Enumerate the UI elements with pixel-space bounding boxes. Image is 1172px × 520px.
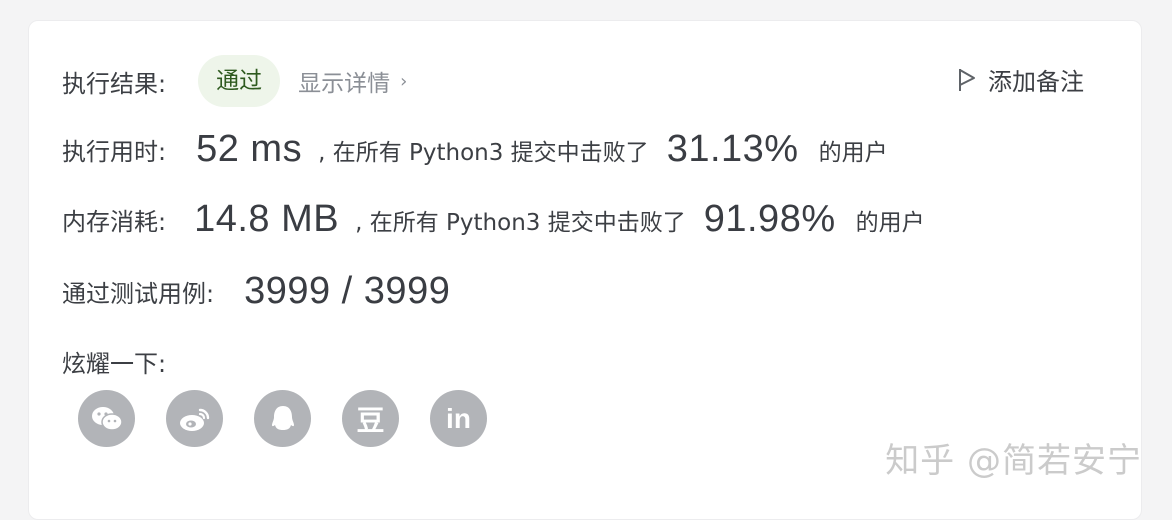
show-details-label: 显示详情 <box>298 64 390 98</box>
linkedin-icon[interactable]: in <box>430 390 487 447</box>
douban-glyph: 豆 <box>356 399 384 439</box>
memory-users-text: 的用户 <box>856 203 925 237</box>
tests-row: 通过测试用例: 3999 / 3999 <box>62 270 450 313</box>
add-note-label: 添加备注 <box>988 62 1084 97</box>
tests-value: 3999 / 3999 <box>244 270 450 313</box>
runtime-users-text: 的用户 <box>819 133 888 167</box>
runtime-label: 执行用时: <box>62 132 166 167</box>
result-label: 执行结果: <box>62 64 166 99</box>
memory-value: 14.8 MB <box>194 198 339 241</box>
runtime-row: 执行用时: 52 ms , 在所有 Python3 提交中击败了 31.13% … <box>62 128 888 171</box>
runtime-value: 52 ms <box>196 128 302 171</box>
share-buttons: 豆 in <box>78 390 518 447</box>
memory-row: 内存消耗: 14.8 MB , 在所有 Python3 提交中击败了 91.98… <box>62 198 925 241</box>
memory-label: 内存消耗: <box>62 202 166 237</box>
memory-beat-text: , 在所有 Python3 提交中击败了 <box>355 203 686 237</box>
share-label: 炫耀一下: <box>62 344 166 379</box>
qq-icon[interactable] <box>254 390 311 447</box>
result-row: 执行结果: 通过 显示详情 › <box>62 55 407 107</box>
show-details-link[interactable]: 显示详情 › <box>298 64 407 98</box>
wechat-icon[interactable] <box>78 390 135 447</box>
runtime-percent: 31.13% <box>667 128 799 171</box>
flag-icon <box>958 67 976 93</box>
watermark: 知乎 @简若安宁 <box>885 433 1142 482</box>
chevron-right-icon: › <box>400 71 407 92</box>
linkedin-glyph: in <box>446 403 471 435</box>
douban-icon[interactable]: 豆 <box>342 390 399 447</box>
add-note-button[interactable]: 添加备注 <box>958 62 1084 97</box>
weibo-icon[interactable] <box>166 390 223 447</box>
memory-percent: 91.98% <box>704 198 836 241</box>
tests-label: 通过测试用例: <box>62 274 214 309</box>
status-badge: 通过 <box>198 55 280 107</box>
share-row: 炫耀一下: <box>62 344 166 379</box>
runtime-beat-text: , 在所有 Python3 提交中击败了 <box>318 133 649 167</box>
